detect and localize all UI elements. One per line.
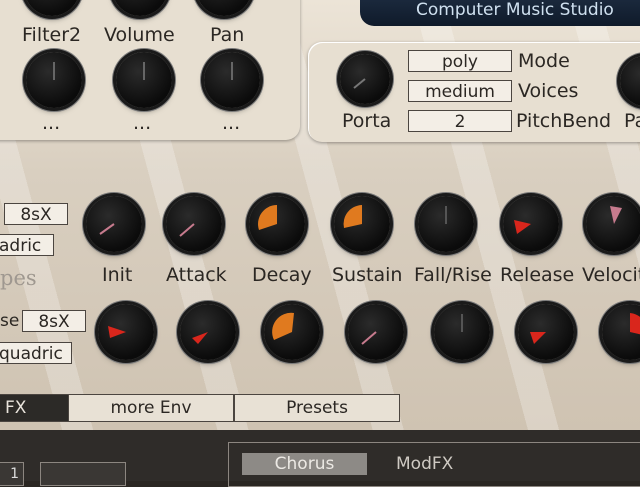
tab-more-env[interactable]: more Env <box>68 394 234 422</box>
velocity-label: Velocit <box>582 264 640 286</box>
knob-slot-1-label: ... <box>42 112 61 134</box>
tab-presets[interactable]: Presets <box>234 394 400 422</box>
release-label: Release <box>500 264 575 286</box>
env1-release-knob[interactable] <box>503 196 559 252</box>
voices-select[interactable]: medium <box>408 80 512 102</box>
env1-curve-field[interactable]: adric <box>0 234 54 256</box>
voices-label: Voices <box>518 80 579 102</box>
volume-label: Volume <box>104 24 175 46</box>
env2-release-knob[interactable] <box>518 304 574 360</box>
knob-slot-3[interactable] <box>204 52 260 108</box>
env2-attack-knob[interactable] <box>180 304 236 360</box>
fallrise-label: Fall/Rise <box>414 264 492 286</box>
env2-fallrise-knob[interactable] <box>434 304 490 360</box>
sustain-label: Sustain <box>332 264 403 286</box>
env2-sustain-knob[interactable] <box>348 304 404 360</box>
env2-time-field[interactable]: 8sX <box>22 310 86 332</box>
decay-label: Decay <box>252 264 312 286</box>
faded-section-label: pes <box>0 266 37 290</box>
env2-init-knob[interactable] <box>98 304 154 360</box>
fx-slot-field[interactable]: 1 <box>0 462 24 486</box>
attack-label: Attack <box>166 264 227 286</box>
tab-fx[interactable]: FX <box>0 394 70 422</box>
knob-slot-2[interactable] <box>116 52 172 108</box>
mode-select[interactable]: poly <box>408 50 512 72</box>
modfx-label[interactable]: ModFX <box>396 454 453 474</box>
chorus-button[interactable]: Chorus <box>242 453 367 475</box>
knob-slot-3-label: ... <box>222 112 241 134</box>
partial-label: Pa <box>624 110 640 132</box>
env1-fallrise-knob[interactable] <box>418 196 474 252</box>
porta-label: Porta <box>342 110 392 132</box>
pan-label: Pan <box>210 24 245 46</box>
env1-sustain-knob[interactable] <box>334 196 390 252</box>
env1-attack-knob[interactable] <box>166 196 222 252</box>
env2-decay-knob[interactable] <box>264 304 320 360</box>
knob-slot-2-label: ... <box>133 112 152 134</box>
brand-text: Computer Music Studio <box>416 0 614 20</box>
init-label: Init <box>102 264 133 286</box>
pitchbend-field[interactable]: 2 <box>408 110 512 132</box>
fx-slot-field-2[interactable] <box>40 462 126 486</box>
pitchbend-label: PitchBend <box>516 110 612 132</box>
env1-time-field[interactable]: 8sX <box>4 203 68 225</box>
knob-slot-1[interactable] <box>26 52 82 108</box>
env1-velocity-knob[interactable] <box>586 196 640 252</box>
env1-init-knob[interactable] <box>86 196 142 252</box>
filter2-label: Filter2 <box>22 24 82 46</box>
env1-decay-knob[interactable] <box>249 196 305 252</box>
porta-knob[interactable] <box>340 54 390 104</box>
env2-curve-field[interactable]: quadric <box>0 342 72 364</box>
mode-label: Mode <box>518 50 570 72</box>
section-tab-bar: FX more Env Presets <box>0 394 640 424</box>
env2-velocity-knob[interactable] <box>602 304 640 360</box>
env2-prefix-label: se <box>0 311 20 331</box>
